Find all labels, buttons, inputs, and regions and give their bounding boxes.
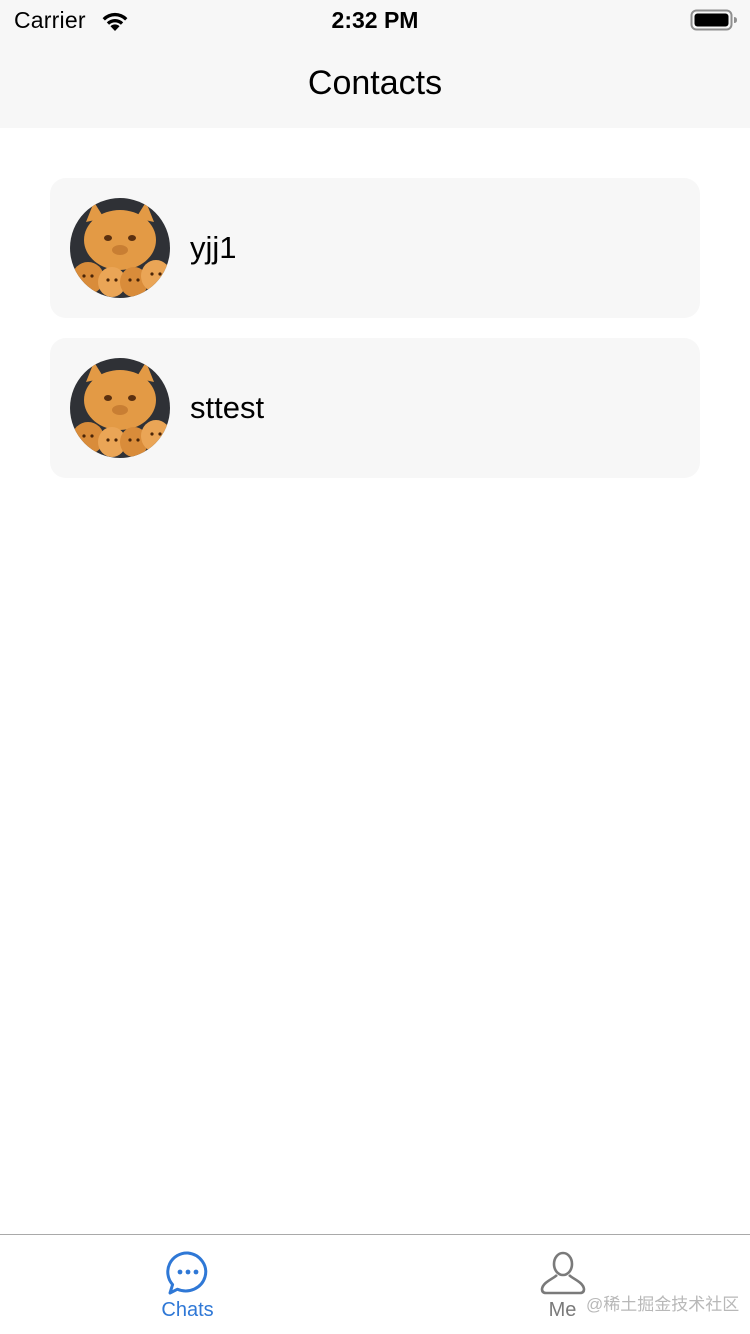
status-time: 2:32 PM	[331, 7, 419, 33]
cat-avatar-icon	[70, 198, 170, 298]
contacts-screen: Carrier 2:32 PM Contacts yjj1 sttest Cha…	[0, 0, 750, 1334]
cat-avatar-icon	[70, 358, 170, 458]
avatar	[70, 358, 170, 458]
contact-name: yjj1	[190, 230, 237, 265]
contact-item[interactable]: yjj1	[50, 178, 700, 318]
contact-list: yjj1 sttest	[50, 178, 700, 498]
status-bar: Carrier 2:32 PM	[0, 0, 750, 40]
tab-label-chats: Chats	[161, 1299, 214, 1321]
page-title: Contacts	[307, 64, 443, 102]
battery-icon	[690, 9, 737, 31]
avatar	[70, 198, 170, 298]
navigation-bar: Contacts	[0, 40, 750, 128]
tab-chats[interactable]: Chats	[0, 1235, 375, 1334]
tab-me[interactable]: Me	[375, 1235, 750, 1334]
chat-bubble-icon	[166, 1251, 208, 1295]
contact-item[interactable]: sttest	[50, 338, 700, 478]
person-icon	[540, 1251, 586, 1295]
contact-name: sttest	[190, 390, 265, 425]
watermark: @稀土掘金技术社区	[586, 1295, 740, 1314]
tab-bar: Chats Me	[0, 1234, 750, 1334]
